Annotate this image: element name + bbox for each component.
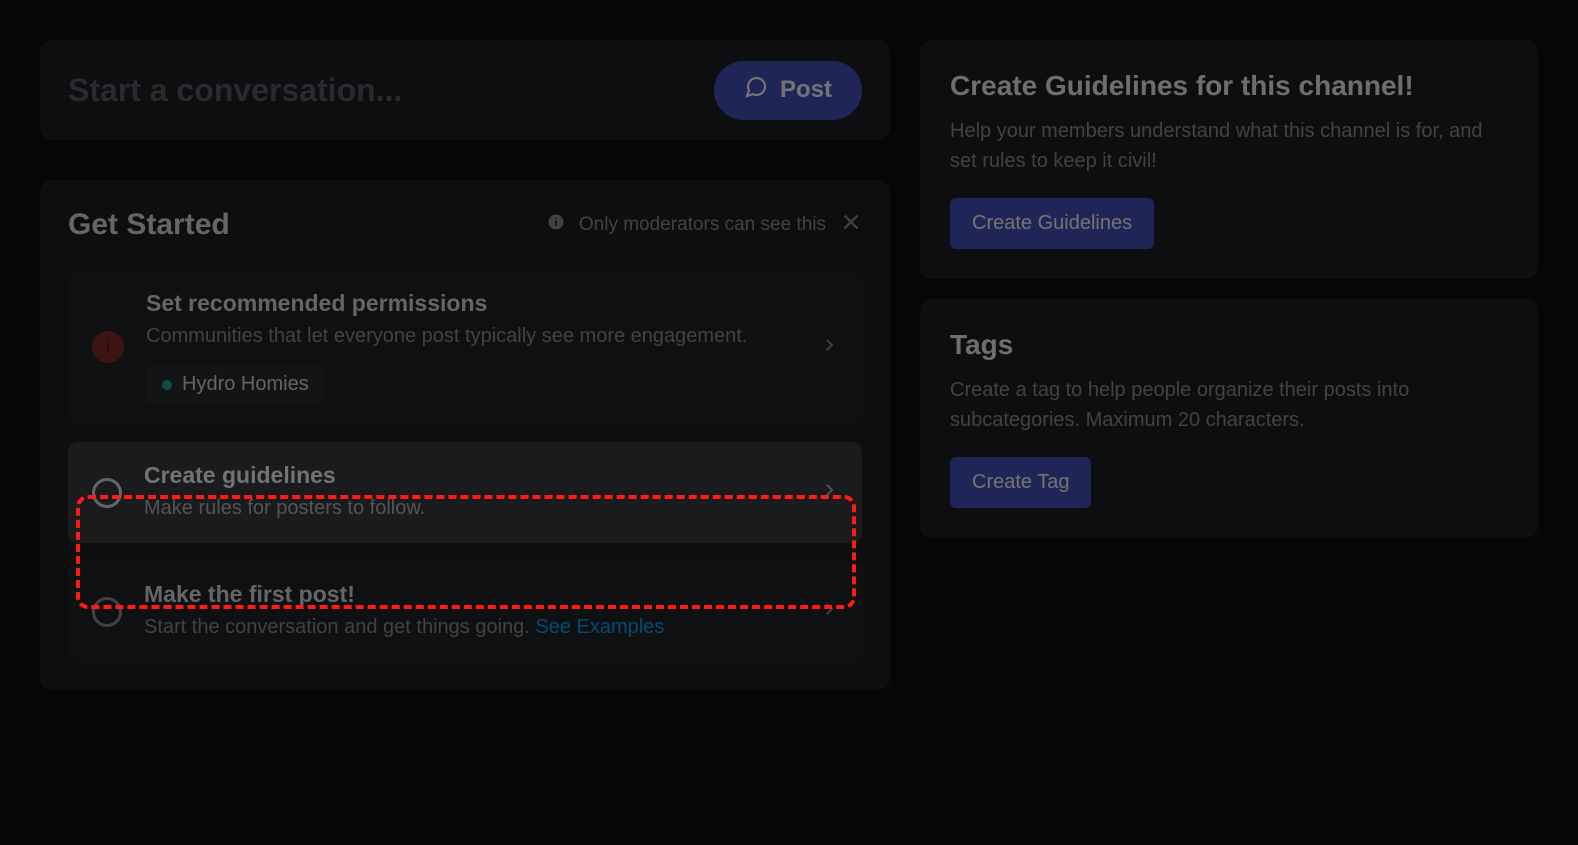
get-started-card: Get Started Only moderators can see this (40, 180, 890, 690)
create-tag-button[interactable]: Create Tag (950, 457, 1091, 508)
circle-icon (92, 597, 122, 627)
get-started-items: Set recommended permissions Communities … (68, 270, 862, 662)
gs-item-desc-text: Start the conversation and get things go… (144, 616, 535, 638)
guidelines-card-desc: Help your members understand what this c… (950, 116, 1508, 176)
guidelines-card: Create Guidelines for this channel! Help… (920, 40, 1538, 279)
tags-card-desc: Create a tag to help people organize the… (950, 375, 1508, 435)
gs-item-permissions[interactable]: Set recommended permissions Communities … (68, 270, 862, 424)
tags-card: Tags Create a tag to help people organiz… (920, 299, 1538, 538)
gs-item-title: Set recommended permissions (146, 290, 798, 317)
moderator-note: Only moderators can see this (547, 211, 862, 239)
create-guidelines-button[interactable]: Create Guidelines (950, 198, 1154, 249)
start-conversation-placeholder: Start a conversation... (68, 72, 402, 109)
info-icon (547, 213, 565, 237)
tags-card-title: Tags (950, 329, 1508, 361)
close-icon[interactable] (840, 211, 862, 239)
gs-item-guidelines[interactable]: Create guidelines Make rules for posters… (68, 442, 862, 543)
moderator-note-text: Only moderators can see this (579, 214, 826, 236)
chevron-right-icon (820, 481, 838, 504)
circle-icon (92, 478, 122, 508)
gs-item-first-post[interactable]: Make the first post! Start the conversat… (68, 561, 862, 662)
post-button-label: Post (780, 76, 832, 104)
get-started-header: Get Started Only moderators can see this (68, 208, 862, 242)
role-chip-label: Hydro Homies (182, 373, 309, 396)
gs-item-title: Make the first post! (144, 581, 798, 608)
role-dot-icon (162, 380, 172, 390)
post-button[interactable]: Post (714, 61, 862, 120)
gs-item-desc: Make rules for posters to follow. (144, 493, 798, 523)
gs-item-desc: Start the conversation and get things go… (144, 612, 798, 642)
get-started-title: Get Started (68, 208, 230, 242)
guidelines-card-title: Create Guidelines for this channel! (950, 70, 1508, 102)
role-chip: Hydro Homies (146, 365, 325, 404)
start-conversation-bar[interactable]: Start a conversation... Post (40, 40, 890, 140)
chevron-right-icon (820, 600, 838, 623)
chat-icon (744, 75, 768, 106)
gs-item-desc: Communities that let everyone post typic… (146, 321, 798, 351)
chevron-right-icon (820, 336, 838, 359)
warning-icon (92, 331, 124, 363)
gs-item-title: Create guidelines (144, 462, 798, 489)
see-examples-link[interactable]: See Examples (535, 616, 664, 638)
